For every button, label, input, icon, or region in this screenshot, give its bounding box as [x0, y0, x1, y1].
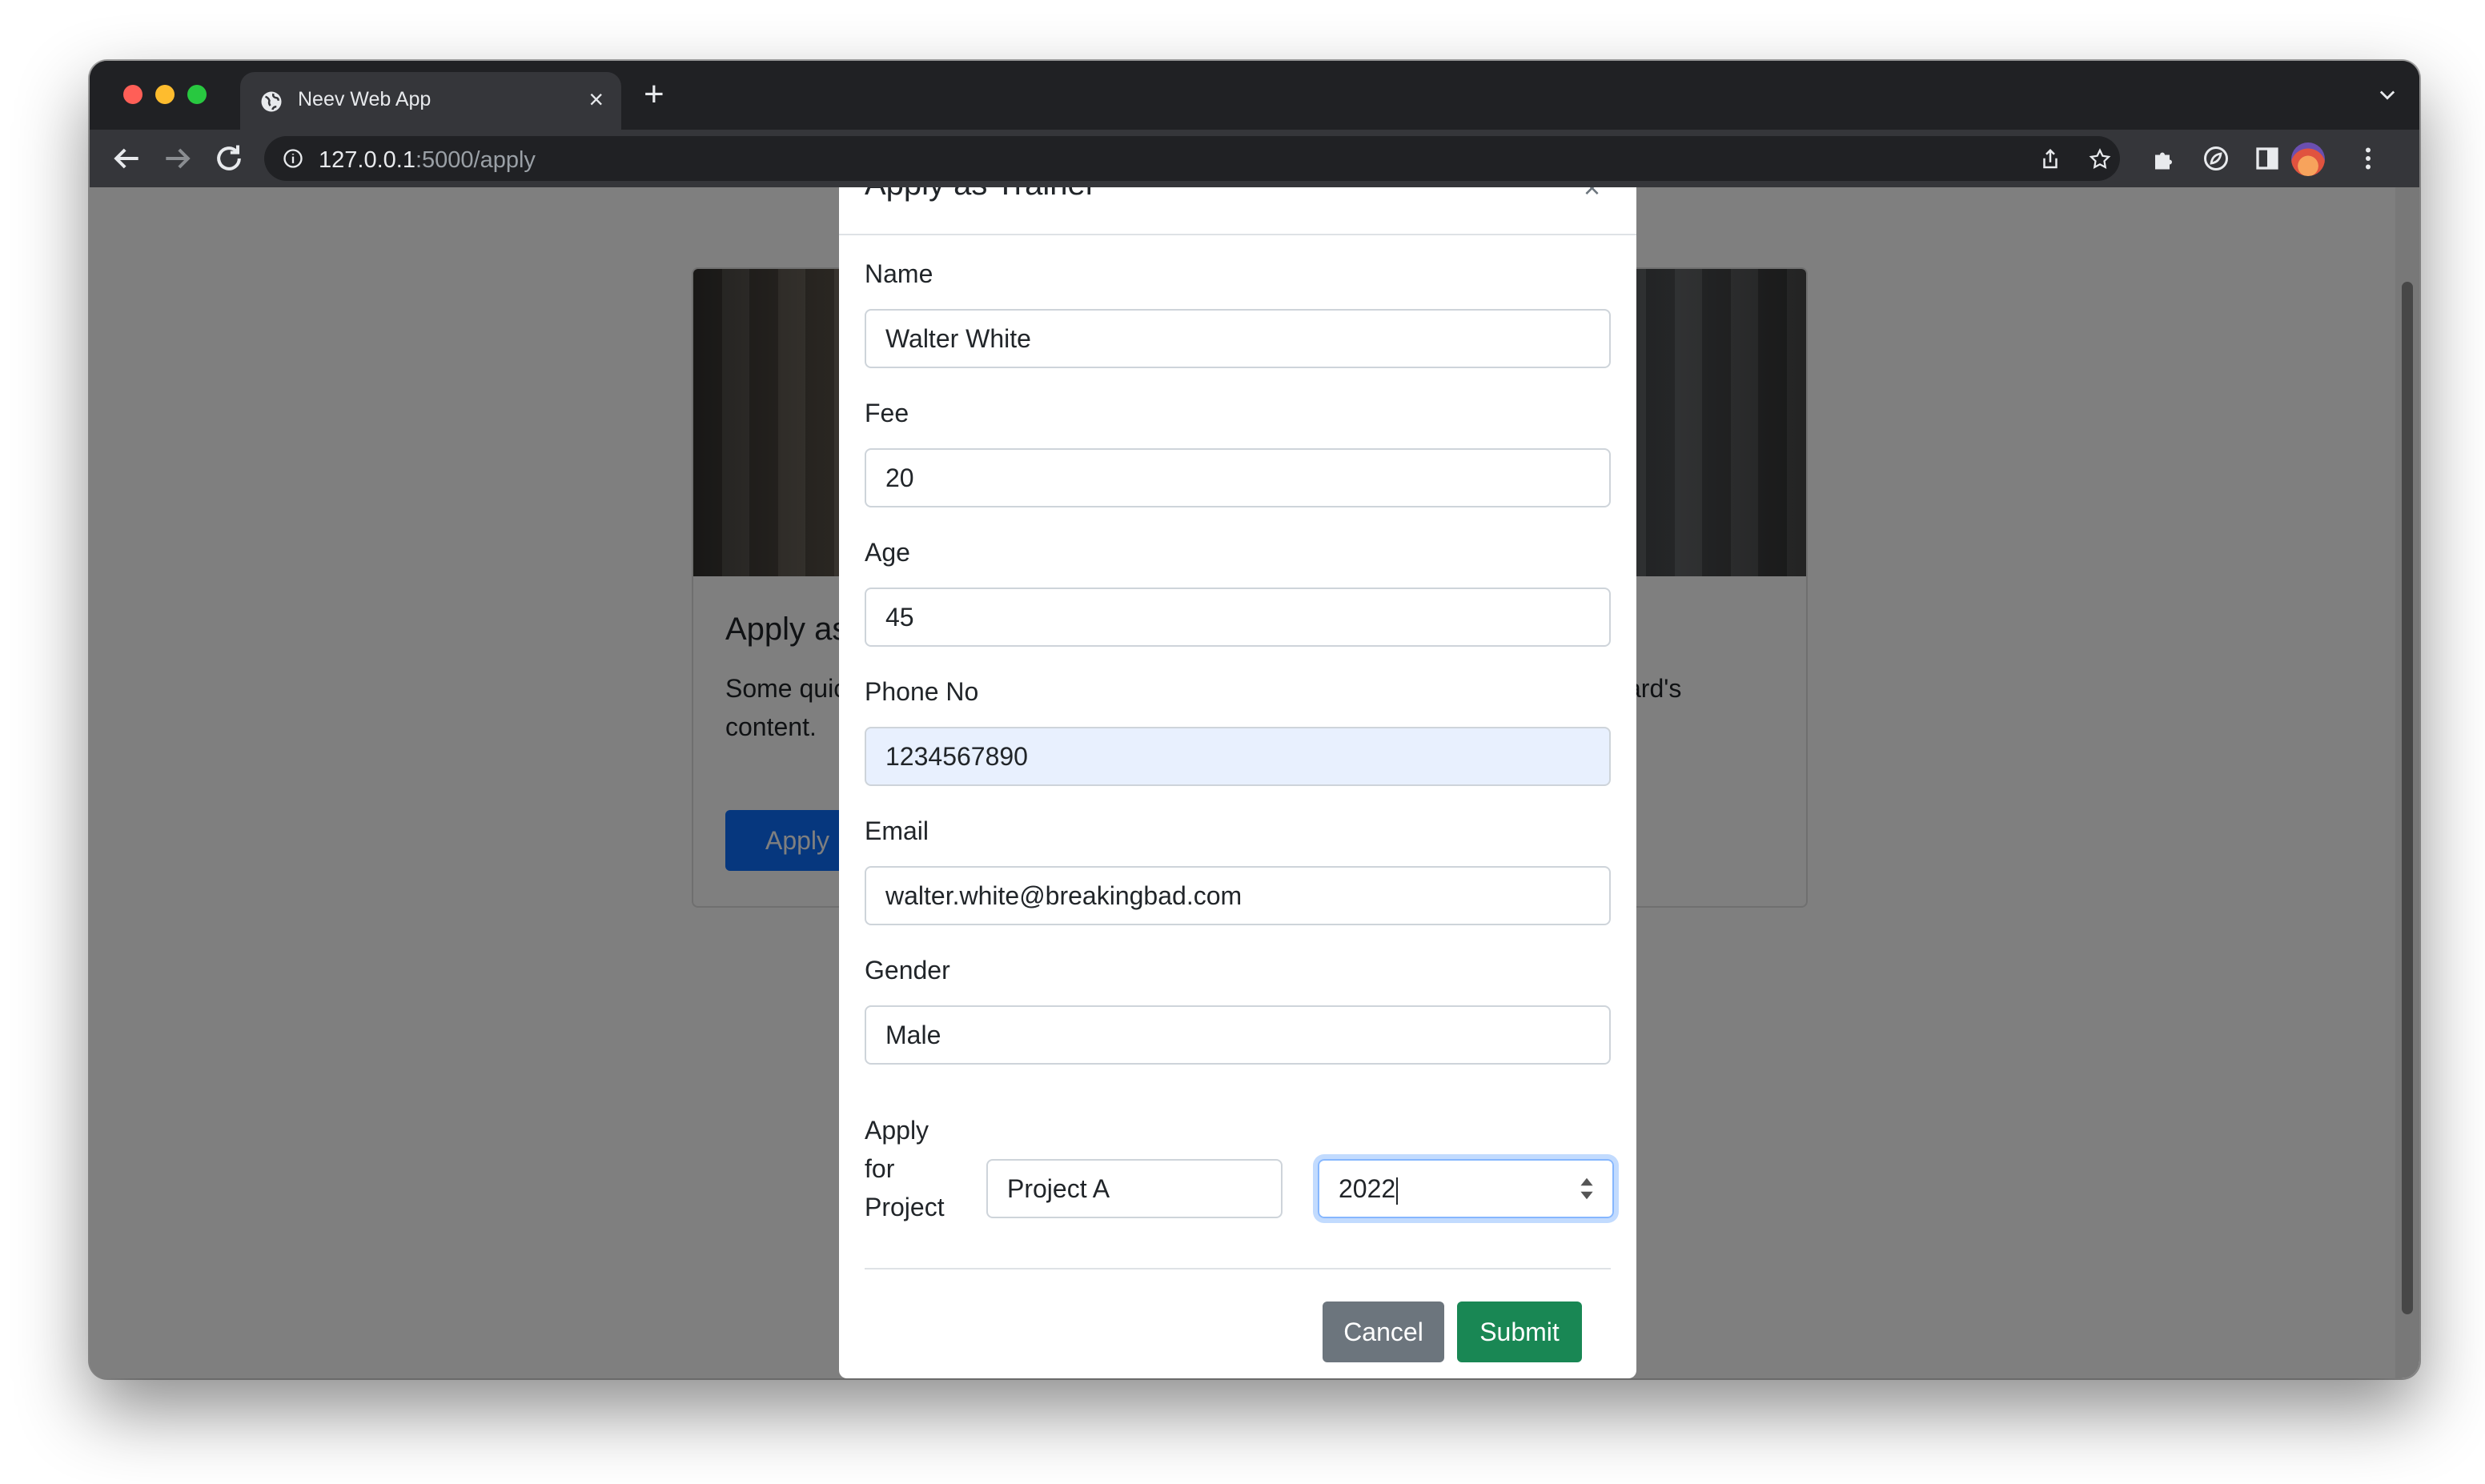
fee-label: Fee: [865, 399, 909, 427]
divider: [839, 234, 1636, 235]
year-input[interactable]: 2022: [1318, 1159, 1614, 1218]
project-input[interactable]: Project A: [986, 1159, 1283, 1218]
gender-input[interactable]: Male: [865, 1005, 1611, 1065]
email-label: Email: [865, 816, 929, 845]
share-icon[interactable]: [2038, 147, 2062, 171]
reload-icon[interactable]: [211, 141, 247, 176]
star-icon[interactable]: [2088, 147, 2112, 171]
back-icon[interactable]: [109, 141, 144, 176]
tab-title: Neev Web App: [298, 88, 432, 110]
phone-label: Phone No: [865, 677, 979, 706]
url-host: 127.0.0.1: [319, 147, 416, 173]
year-value: 2022: [1339, 1174, 1396, 1203]
address-bar[interactable]: 127.0.0.1:5000/apply: [264, 136, 2120, 181]
globe-icon: [261, 91, 282, 112]
tab-close-icon[interactable]: ×: [588, 85, 604, 114]
page-viewport: Apply as Trainer Some quick example text…: [90, 187, 2419, 1378]
minimize-window-button[interactable]: [155, 85, 175, 104]
phone-input[interactable]: 1234567890: [865, 727, 1611, 786]
email-input[interactable]: walter.white@breakingbad.com: [865, 866, 1611, 925]
project-label: Apply for Project: [865, 1116, 945, 1221]
age-input[interactable]: 45: [865, 588, 1611, 647]
forward-icon[interactable]: [160, 141, 195, 176]
url-text[interactable]: 127.0.0.1:5000/apply: [319, 147, 536, 174]
maximize-window-button[interactable]: [187, 85, 207, 104]
browser-tab[interactable]: Neev Web App ×: [240, 72, 621, 130]
profile-avatar[interactable]: [2291, 142, 2325, 176]
info-icon[interactable]: [282, 147, 304, 170]
browser-toolbar: 127.0.0.1:5000/apply: [90, 130, 2419, 187]
apply-modal: Apply as Trainer × Name Walter White Fee…: [839, 187, 1636, 1378]
sidebar-icon[interactable]: [2253, 144, 2282, 173]
modal-title: Apply as Trainer: [865, 187, 1096, 203]
chevron-down-icon[interactable]: [2376, 83, 2399, 106]
divider: [865, 1268, 1611, 1269]
fee-input[interactable]: 20: [865, 448, 1611, 507]
age-label: Age: [865, 538, 910, 567]
submit-button[interactable]: Submit: [1457, 1302, 1582, 1362]
gender-label: Gender: [865, 956, 950, 985]
close-icon[interactable]: ×: [1584, 187, 1600, 205]
extensions-icon[interactable]: [2150, 144, 2179, 173]
tab-strip: Neev Web App × +: [90, 61, 2419, 130]
cancel-button[interactable]: Cancel: [1323, 1302, 1444, 1362]
kebab-menu-icon[interactable]: [2354, 144, 2383, 173]
url-path: :5000/apply: [415, 147, 536, 173]
new-tab-button[interactable]: +: [644, 77, 664, 112]
name-label: Name: [865, 259, 933, 288]
spinner-icon[interactable]: [1579, 1173, 1595, 1204]
close-window-button[interactable]: [123, 85, 143, 104]
extension-leaf-icon[interactable]: [2202, 144, 2230, 173]
browser-window: Neev Web App × + 127.0.0.1:5000/apply × …: [90, 61, 2419, 1378]
name-input[interactable]: Walter White: [865, 309, 1611, 368]
text-caret: [1396, 1177, 1399, 1205]
